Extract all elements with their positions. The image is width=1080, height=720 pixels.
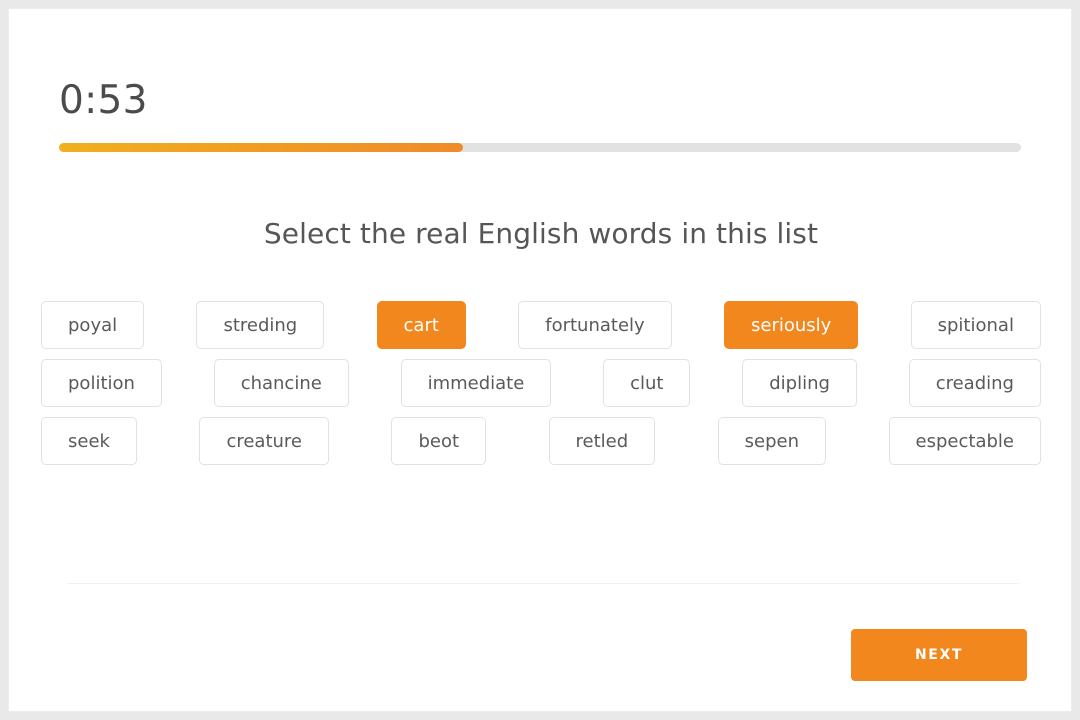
word-row: seek creature beot retled sepen espectable [41,417,1041,465]
word-option-polition[interactable]: polition [41,359,162,407]
word-option-seek[interactable]: seek [41,417,137,465]
question-prompt: Select the real English words in this li… [263,217,819,250]
word-option-creading[interactable]: creading [908,359,1041,407]
word-option-espectable[interactable]: espectable [888,417,1041,465]
word-option-chancine[interactable]: chancine [213,359,349,407]
word-option-streding[interactable]: streding [196,301,325,349]
word-option-spitional[interactable]: spitional [910,301,1041,349]
word-option-clut[interactable]: clut [603,359,691,407]
word-options-grid: poyal streding cart fortunately seriously spi… [41,301,1041,475]
progress-bar-fill [59,143,464,152]
word-option-seriously[interactable]: seriously [724,301,859,349]
word-option-fortunately[interactable]: fortunately [518,301,672,349]
word-option-creature[interactable]: creature [199,417,329,465]
word-option-poyal[interactable]: poyal [41,301,145,349]
progress-bar-track [59,143,1021,152]
word-row: polition chancine immediate clut dipling crea… [41,359,1041,407]
next-button[interactable]: NEXT [851,629,1027,681]
word-option-dipling[interactable]: dipling [742,359,857,407]
word-option-cart[interactable]: cart [376,301,466,349]
quiz-card: 0:53 Select the real English words in th… [8,8,1072,712]
word-option-retled[interactable]: retled [548,417,656,465]
word-option-beot[interactable]: beot [391,417,487,465]
word-option-sepen[interactable]: sepen [717,417,827,465]
footer-divider [67,583,1019,584]
word-row: poyal streding cart fortunately seriously spi… [41,301,1041,349]
countdown-timer: 0:53 [59,78,148,123]
word-option-immediate[interactable]: immediate [400,359,552,407]
